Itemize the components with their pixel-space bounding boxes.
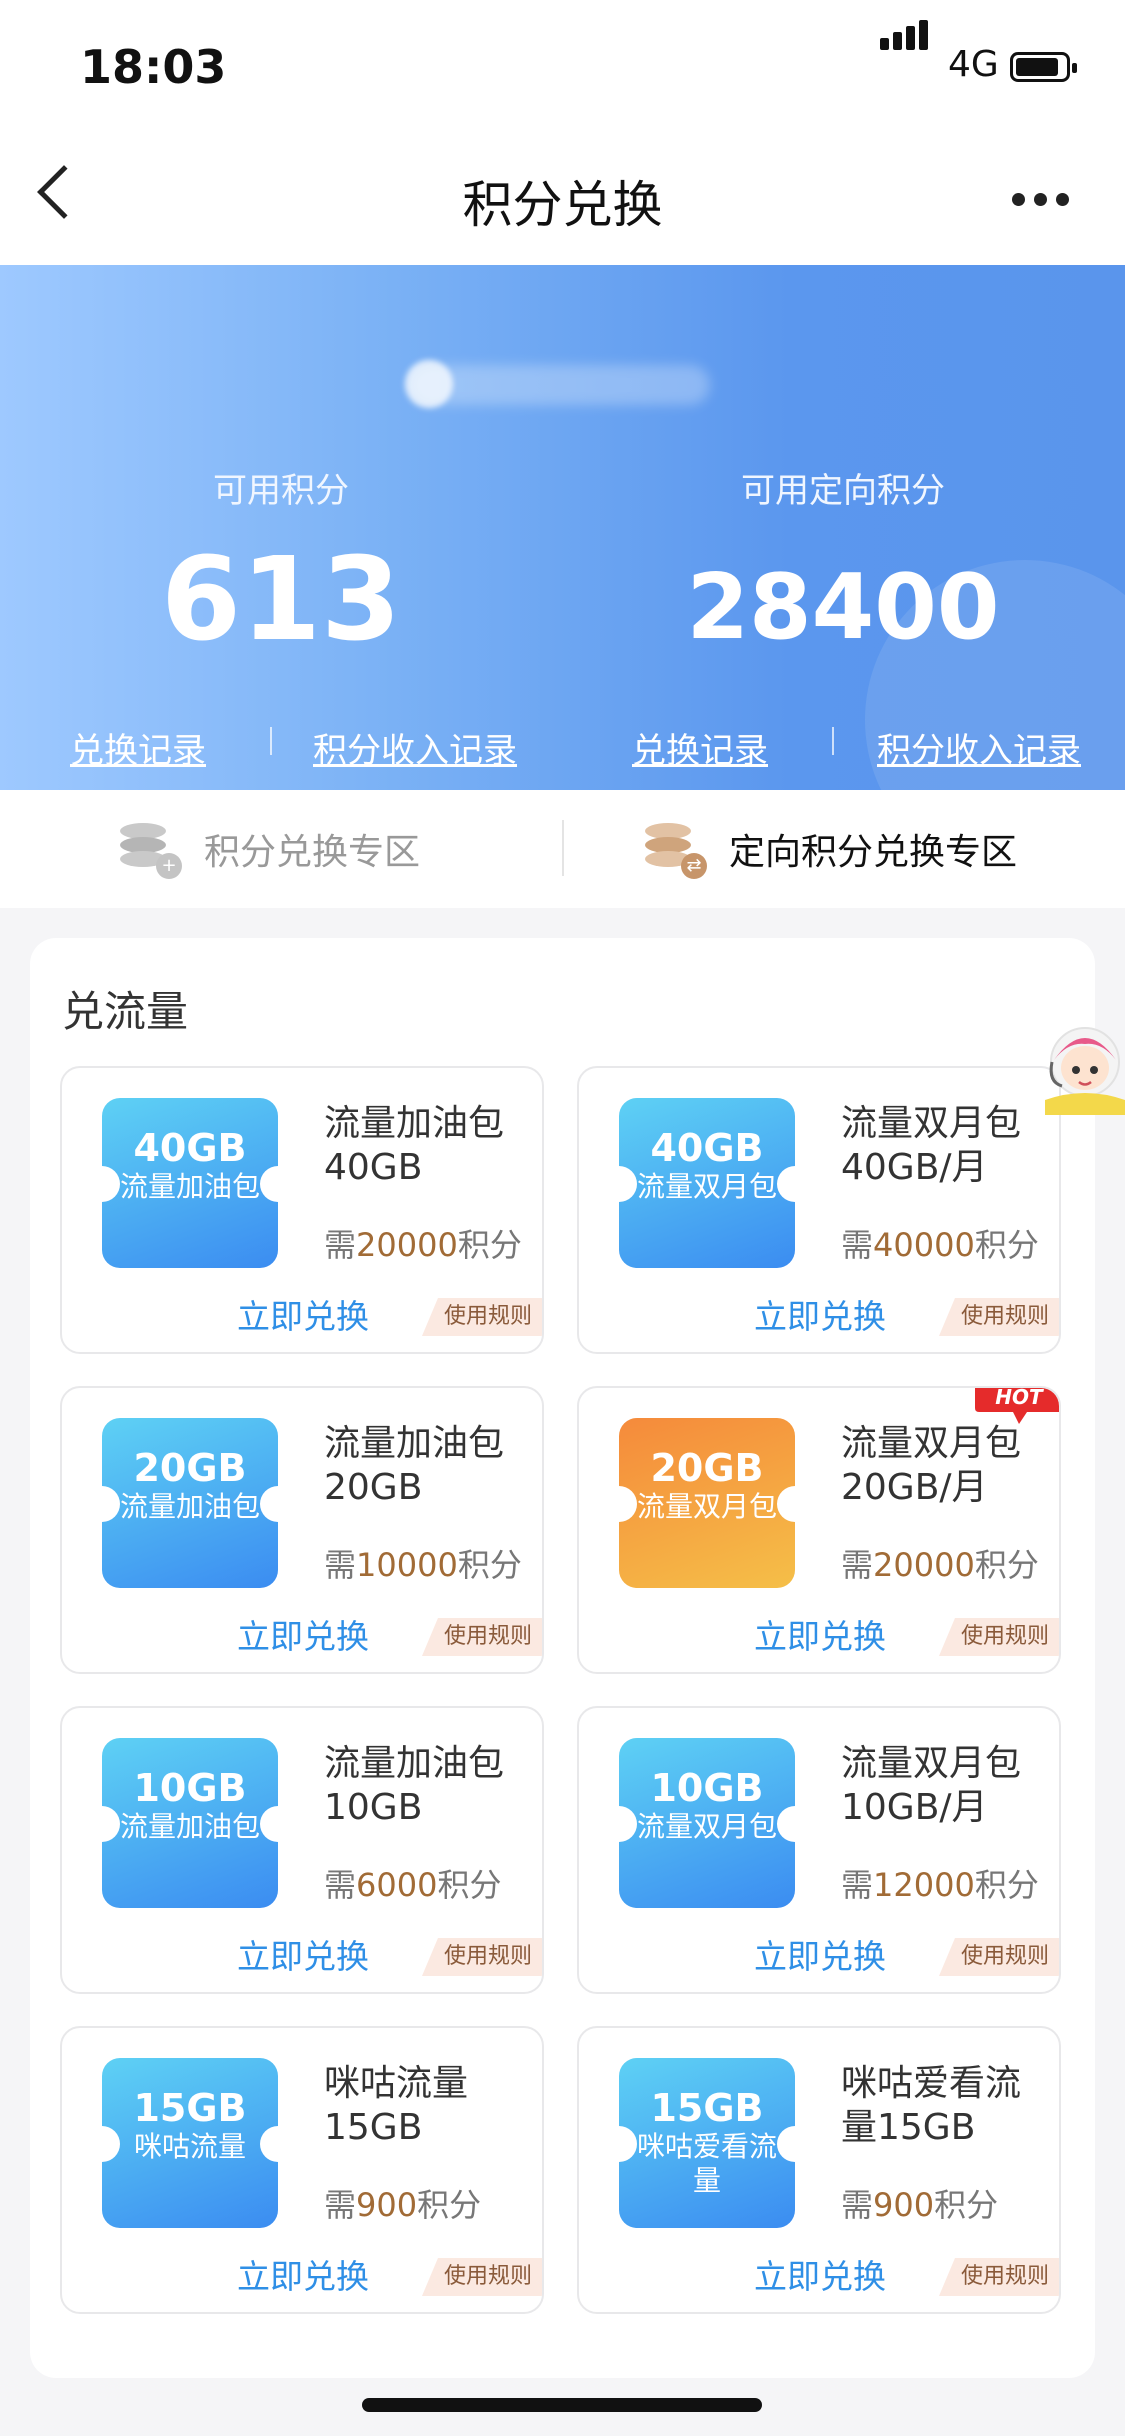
divider [562,820,564,876]
rules-link[interactable]: 使用规则 [938,1298,1059,1336]
rules-link[interactable]: 使用规则 [938,1938,1059,1976]
available-points-value: 613 [160,533,402,667]
ticket-name: 流量双月包 [637,1170,778,1203]
ticket-capacity: 40GB [133,1126,247,1170]
exchange-record-link[interactable]: 兑换记录 [70,723,206,772]
ticket-icon: 15GB 咪咕爱看流量 [601,2058,813,2228]
ticket-icon: 15GB 咪咕流量 [84,2058,296,2228]
rules-link[interactable]: 使用规则 [421,2258,542,2296]
redeem-button[interactable]: 立即兑换 [754,1930,886,1978]
divider [270,727,272,755]
tab-label: 定向积分兑换专区 [729,832,1018,873]
product-card[interactable]: 10GB 流量双月包 流量双月包10GB/月 需12000积分 立即兑换 使用规… [577,1706,1061,1994]
redeem-button[interactable]: 立即兑换 [754,1290,886,1338]
ticket-icon: 40GB 流量双月包 [601,1098,813,1268]
product-title: 咪咕流量15GB [324,2063,469,2148]
hot-badge-icon: HOT [975,1386,1059,1424]
coins-exchange-icon: ⇄ [645,819,707,879]
redeem-button[interactable]: 立即兑换 [237,2250,369,2298]
redeem-button[interactable]: 立即兑换 [237,1930,369,1978]
phone-number-masked [410,365,710,405]
exchange-panel: 兑流量 40GB 流量加油包 流量加油包40GB 需20000积分 立即兑换 使… [30,938,1095,2378]
network-label: 4G [948,44,999,85]
rules-link[interactable]: 使用规则 [938,1618,1059,1656]
ticket-capacity: 10GB [133,1766,247,1810]
ticket-capacity: 20GB [133,1446,247,1490]
ticket-capacity: 15GB [650,2086,764,2130]
product-card[interactable]: 20GB 流量双月包 流量双月包20GB/月 需20000积分 立即兑换 使用规… [577,1386,1061,1674]
product-cost: 需20000积分 [841,1546,1039,1584]
product-cost: 需6000积分 [324,1866,502,1904]
redeem-button[interactable]: 立即兑换 [754,1610,886,1658]
battery-icon [1010,52,1077,82]
product-cost: 需10000积分 [324,1546,522,1584]
coins-icon: + [120,819,182,879]
rules-link[interactable]: 使用规则 [421,1618,542,1656]
product-cost: 需40000积分 [841,1226,1039,1264]
zone-tabs: + 积分兑换专区 ⇄ 定向积分兑换专区 [0,790,1125,908]
rules-link[interactable]: 使用规则 [938,2258,1059,2296]
ticket-name: 流量加油包 [120,1490,261,1523]
product-title: 流量加油包40GB [324,1103,505,1188]
product-title: 流量双月包40GB/月 [841,1103,1022,1188]
product-card[interactable]: 15GB 咪咕爱看流量 咪咕爱看流量15GB 需900积分 立即兑换 使用规则 [577,2026,1061,2314]
points-header: 可用积分 613 兑换记录 积分收入记录 可用定向积分 28400 兑换记录 积… [0,265,1125,790]
product-card[interactable]: 40GB 流量加油包 流量加油包40GB 需20000积分 立即兑换 使用规则 [60,1066,544,1354]
product-card[interactable]: 15GB 咪咕流量 咪咕流量15GB 需900积分 立即兑换 使用规则 [60,2026,544,2314]
redeem-button[interactable]: 立即兑换 [237,1610,369,1658]
ticket-icon: 20GB 流量双月包 [601,1418,813,1588]
product-title: 流量加油包10GB [324,1743,505,1828]
ticket-name: 流量加油包 [120,1810,261,1843]
product-card[interactable]: 10GB 流量加油包 流量加油包10GB 需6000积分 立即兑换 使用规则 [60,1706,544,1994]
targeted-points-label: 可用定向积分 [741,471,945,511]
tab-label: 积分兑换专区 [204,832,421,873]
divider [832,727,834,755]
status-time: 18:03 [80,40,227,94]
product-card[interactable]: 20GB 流量加油包 流量加油包20GB 需10000积分 立即兑换 使用规则 [60,1386,544,1674]
product-title: 流量加油包20GB [324,1423,505,1508]
status-bar: 18:03 4G [0,0,1125,135]
customer-service-mascot-icon[interactable] [1040,1020,1125,1115]
product-title: 流量双月包20GB/月 [841,1423,1022,1508]
redeem-button[interactable]: 立即兑换 [237,1290,369,1338]
targeted-points-value: 28400 [686,555,1000,660]
page-title: 积分兑换 [462,176,663,234]
targeted-exchange-record-link[interactable]: 兑换记录 [632,723,768,772]
nav-bar: 积分兑换 [0,135,1125,266]
ticket-icon: 10GB 流量加油包 [84,1738,296,1908]
available-points-label: 可用积分 [213,471,349,511]
ticket-icon: 40GB 流量加油包 [84,1098,296,1268]
product-title: 咪咕爱看流量15GB [841,2063,1022,2148]
product-title: 流量双月包10GB/月 [841,1743,1022,1828]
ticket-icon: 20GB 流量加油包 [84,1418,296,1588]
svg-text:HOT: HOT [995,1386,1044,1409]
ticket-name: 流量双月包 [637,1810,778,1843]
product-cost: 需12000积分 [841,1866,1039,1904]
ticket-capacity: 15GB [133,2086,247,2130]
ticket-icon: 10GB 流量双月包 [601,1738,813,1908]
targeted-income-record-link[interactable]: 积分收入记录 [877,723,1081,772]
product-card[interactable]: 40GB 流量双月包 流量双月包40GB/月 需40000积分 立即兑换 使用规… [577,1066,1061,1354]
ticket-name: 咪咕爱看流量 [637,2130,778,2197]
rules-link[interactable]: 使用规则 [421,1298,542,1336]
product-cost: 需900积分 [841,2186,999,2224]
redeem-button[interactable]: 立即兑换 [754,2250,886,2298]
ticket-capacity: 20GB [650,1446,764,1490]
ticket-name: 流量加油包 [120,1170,261,1203]
rules-link[interactable]: 使用规则 [421,1938,542,1976]
tab-points-zone[interactable]: + 积分兑换专区 [120,790,420,908]
ticket-name: 咪咕流量 [133,2130,246,2163]
ticket-capacity: 10GB [650,1766,764,1810]
home-indicator[interactable] [362,2398,762,2412]
income-record-link[interactable]: 积分收入记录 [313,723,517,772]
product-cost: 需900积分 [324,2186,482,2224]
ticket-name: 流量双月包 [637,1490,778,1523]
ticket-capacity: 40GB [650,1126,764,1170]
product-cost: 需20000积分 [324,1226,522,1264]
section-title: 兑流量 [62,987,189,1036]
tab-targeted-points-zone[interactable]: ⇄ 定向积分兑换专区 [645,790,1017,908]
